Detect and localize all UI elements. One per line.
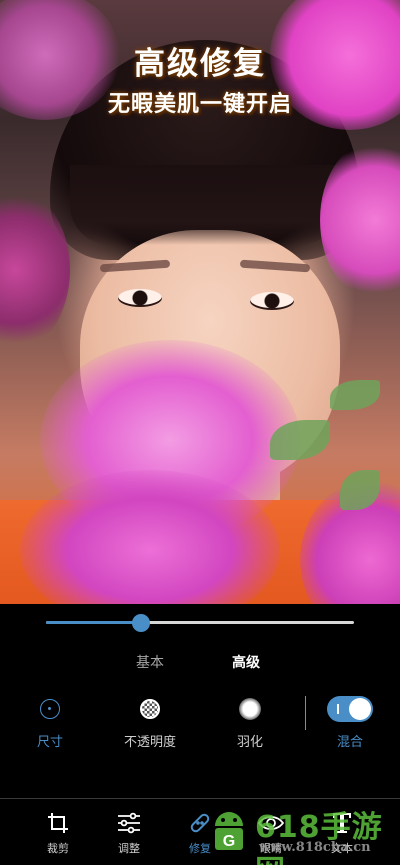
tab-advanced[interactable]: 高级 [232,652,260,672]
nav-heal-label: 修复 [189,842,211,855]
photo-canvas[interactable]: 高级修复 无暇美肌一键开启 [0,0,400,604]
tool-size[interactable]: 尺寸 [10,695,90,750]
brush-slider[interactable] [46,614,354,632]
checker-circle-icon [140,699,160,719]
nav-crop-label: 裁剪 [47,842,69,855]
eye-icon [257,816,285,830]
toggle-on-icon[interactable] [327,696,373,722]
nav-eyes-label: 眼睛 [260,842,282,855]
soft-dot-icon [239,698,261,720]
nav-heal[interactable]: 修复 [172,810,228,856]
nav-crop[interactable]: 裁剪 [30,810,86,856]
slider-thumb[interactable] [132,614,151,632]
leaf [330,380,380,410]
tool-opacity-label: 不透明度 [123,735,176,750]
bottom-nav-divider [0,798,400,799]
crop-icon [48,813,68,833]
tool-blend-label: 混合 [336,735,363,750]
tools-divider [305,696,306,730]
nav-eyes[interactable]: 眼睛 [243,810,299,856]
sliders-icon [118,812,140,834]
tool-blend[interactable]: 混合 [310,695,390,750]
tool-feather[interactable]: 羽化 [210,695,290,750]
bangs [70,165,340,245]
tool-size-label: 尺寸 [36,735,63,750]
nav-text[interactable]: 文本 [314,810,370,856]
slider-fill [46,621,142,624]
dot-ring-icon [40,699,60,719]
bandage-icon [190,813,210,833]
right-eye [250,292,294,310]
tab-basic[interactable]: 基本 [136,652,164,672]
banner-subtitle: 无暇美肌一键开启 [107,92,292,117]
text-icon [333,813,351,833]
left-eye [118,289,162,307]
banner-title: 高级修复 [134,46,266,82]
nav-adjust[interactable]: 调整 [101,810,157,856]
tool-opacity[interactable]: 不透明度 [110,695,190,750]
nav-text-label: 文本 [331,842,353,855]
tool-feather-label: 羽化 [236,735,263,750]
nav-adjust-label: 调整 [118,842,140,855]
